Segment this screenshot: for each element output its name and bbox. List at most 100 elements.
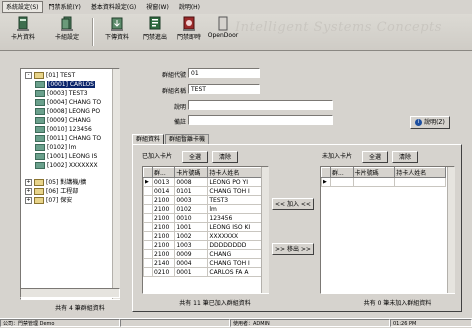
toolbar-access-realtime-button[interactable]: 門禁即時	[172, 16, 206, 48]
unjoined-clear-button[interactable]: 清除	[392, 151, 418, 163]
card-node-icon	[35, 99, 45, 106]
card-node-icon	[35, 117, 45, 124]
info-icon: i	[415, 119, 423, 126]
group-tree[interactable]: - [01] TEST [0001] CARLOS [0003] TEST3 [0004…	[20, 68, 120, 300]
tree-item-label: [06] 工程部	[46, 188, 79, 195]
toolbar-download-button[interactable]: 下傳資料	[100, 16, 134, 48]
unjoined-cards-grid[interactable]: 群... 卡片號碼 持卡人姓名 ▶	[320, 166, 455, 294]
cell-holder-name: CARLOS FA A	[207, 267, 262, 277]
table-row[interactable]: ▶ 0013 0008 LEONG PO YI	[143, 177, 262, 187]
cell-holder-name: LEONG ISO KI	[207, 222, 262, 232]
card-node-icon	[35, 81, 45, 88]
cell-card-number: 0009	[174, 249, 209, 259]
toolbar-card-group-button[interactable]: 卡組設定	[50, 16, 84, 48]
toolbar-card-data-button[interactable]: 卡片資料	[6, 16, 40, 48]
col-holder-name[interactable]: 持卡人姓名	[207, 167, 262, 178]
cell-group: 2100	[151, 249, 176, 259]
menu-system-settings[interactable]: 系統設定(S)	[2, 1, 43, 13]
cell-group: 2100	[151, 240, 176, 250]
cell-group: 0013	[151, 177, 176, 187]
tree-item[interactable]: - [01] TEST	[25, 72, 75, 80]
toolbar-card-group-label: 卡組設定	[54, 34, 79, 41]
menu-basic-data[interactable]: 基本資料設定(G)	[87, 1, 140, 13]
remove-from-group-button[interactable]: >> 移出 >>	[272, 243, 314, 255]
table-row[interactable]: 2100 1003 DDDDDDDD	[143, 240, 262, 250]
table-row[interactable]: 2100 0003 TEST3	[143, 195, 262, 205]
tree-item-label: [0008] LEONG PO	[47, 108, 101, 115]
cell-group: 2100	[151, 213, 176, 223]
expand-icon[interactable]: +	[25, 179, 32, 186]
tree-item[interactable]: + [07] 保安	[25, 197, 72, 205]
tree-item[interactable]: + [05] 對講機/擴	[25, 179, 86, 187]
joined-select-all-button[interactable]: 全選	[182, 151, 208, 163]
tree-item[interactable]: [1001] LEONG IS	[35, 153, 97, 161]
table-row[interactable]: 2100 1002 XXXXXXX	[143, 231, 262, 241]
note-field[interactable]	[188, 115, 333, 125]
tree-item[interactable]: [0004] CHANG TO	[35, 99, 101, 107]
unjoined-select-all-button[interactable]: 全選	[362, 151, 388, 163]
tree-item[interactable]: [0001] CARLOS	[35, 81, 95, 89]
empty-row: ▶	[321, 177, 446, 187]
status-clock: 01:26 PM	[390, 319, 472, 327]
toolbar-access-log-button[interactable]: 門禁進出	[138, 16, 172, 48]
help-button[interactable]: i 說明(Z)	[410, 116, 450, 129]
tree-item[interactable]: [0011] CHANG TO	[35, 135, 101, 143]
tree-item[interactable]: + [06] 工程部	[25, 188, 78, 196]
download-data-icon	[111, 17, 123, 31]
cell-card-number: 0010	[174, 213, 209, 223]
table-row[interactable]: 2100 0009 CHANG	[143, 249, 262, 259]
expand-icon[interactable]: +	[25, 197, 32, 204]
col-group[interactable]: 群...	[151, 167, 176, 178]
cell-card-number: 0001	[174, 267, 209, 277]
unjoined-grid-scrollbar[interactable]	[447, 167, 455, 293]
table-row[interactable]: 2100 1001 LEONG ISO KI	[143, 222, 262, 232]
joined-cards-footer: 共有 11 筆已加入群組資料	[179, 300, 251, 307]
tree-item[interactable]: [0102] lm	[35, 144, 76, 152]
tree-hscrollbar[interactable]	[20, 288, 120, 298]
table-row[interactable]: 2100 0010 123456	[143, 213, 262, 223]
table-row[interactable]: 2100 0102 lm	[143, 204, 262, 214]
cell-card-number: 0008	[174, 177, 209, 187]
tree-item-label: [0102] lm	[47, 144, 77, 151]
toolbar-access-log-label: 門禁進出	[142, 34, 167, 41]
access-log-icon	[149, 16, 161, 30]
table-row[interactable]: 0014 0101 CHANG TOH I	[143, 186, 262, 196]
menu-access-system[interactable]: 門禁系統(Y)	[45, 1, 85, 13]
tree-item-label: [1002] XXXXXXX	[47, 162, 98, 169]
cell-holder-name: LEONG PO YI	[207, 177, 262, 187]
tree-item-label: [1001] LEONG IS	[47, 153, 98, 160]
col-group[interactable]: 群...	[330, 167, 354, 178]
expand-icon[interactable]: +	[25, 188, 32, 195]
row-indicator-header	[321, 167, 331, 178]
folder-icon	[34, 179, 44, 186]
group-code-field[interactable]: 01	[188, 68, 260, 78]
description-field[interactable]	[188, 100, 333, 110]
cell-holder-name: lm	[207, 204, 262, 214]
tree-item[interactable]: [0003] TEST3	[35, 90, 88, 98]
col-card-number[interactable]: 卡片號碼	[352, 167, 396, 178]
table-row[interactable]: 0210 0001 CARLOS FA A	[143, 267, 262, 277]
tree-item[interactable]: [1002] XXXXXXX	[35, 162, 98, 170]
row-indicator	[143, 186, 153, 196]
col-card-number[interactable]: 卡片號碼	[174, 167, 209, 178]
joined-grid-scrollbar[interactable]	[261, 167, 269, 293]
tree-item[interactable]: [0008] LEONG PO	[35, 108, 100, 116]
menu-help[interactable]: 說明(H)	[175, 1, 204, 13]
joined-cards-grid[interactable]: 群... 卡片號碼 持卡人姓名 ▶ 0013 0008 LEONG PO YI 0014…	[142, 166, 269, 294]
menu-window[interactable]: 視窗(W)	[142, 1, 173, 13]
group-name-field[interactable]: TEST	[188, 84, 260, 94]
table-row[interactable]: 2140 0004 CHANG TOH I	[143, 258, 262, 268]
tree-item-label: [0010] 123456	[47, 126, 92, 133]
joined-clear-button[interactable]: 清除	[212, 151, 238, 163]
card-node-icon	[35, 108, 45, 115]
cell-group: 2100	[151, 231, 176, 241]
tree-item[interactable]: [0009] CHANG	[35, 117, 91, 125]
col-holder-name[interactable]: 持卡人姓名	[394, 167, 446, 178]
tree-item[interactable]: [0010] 123456	[35, 126, 92, 134]
add-to-group-button[interactable]: << 加入 <<	[272, 198, 314, 210]
status-empty	[120, 319, 230, 327]
description-label: 說明	[173, 104, 186, 111]
collapse-icon[interactable]: -	[25, 72, 32, 79]
cell-holder-name: CHANG	[207, 249, 262, 259]
tree-scrollbar[interactable]	[112, 69, 120, 299]
